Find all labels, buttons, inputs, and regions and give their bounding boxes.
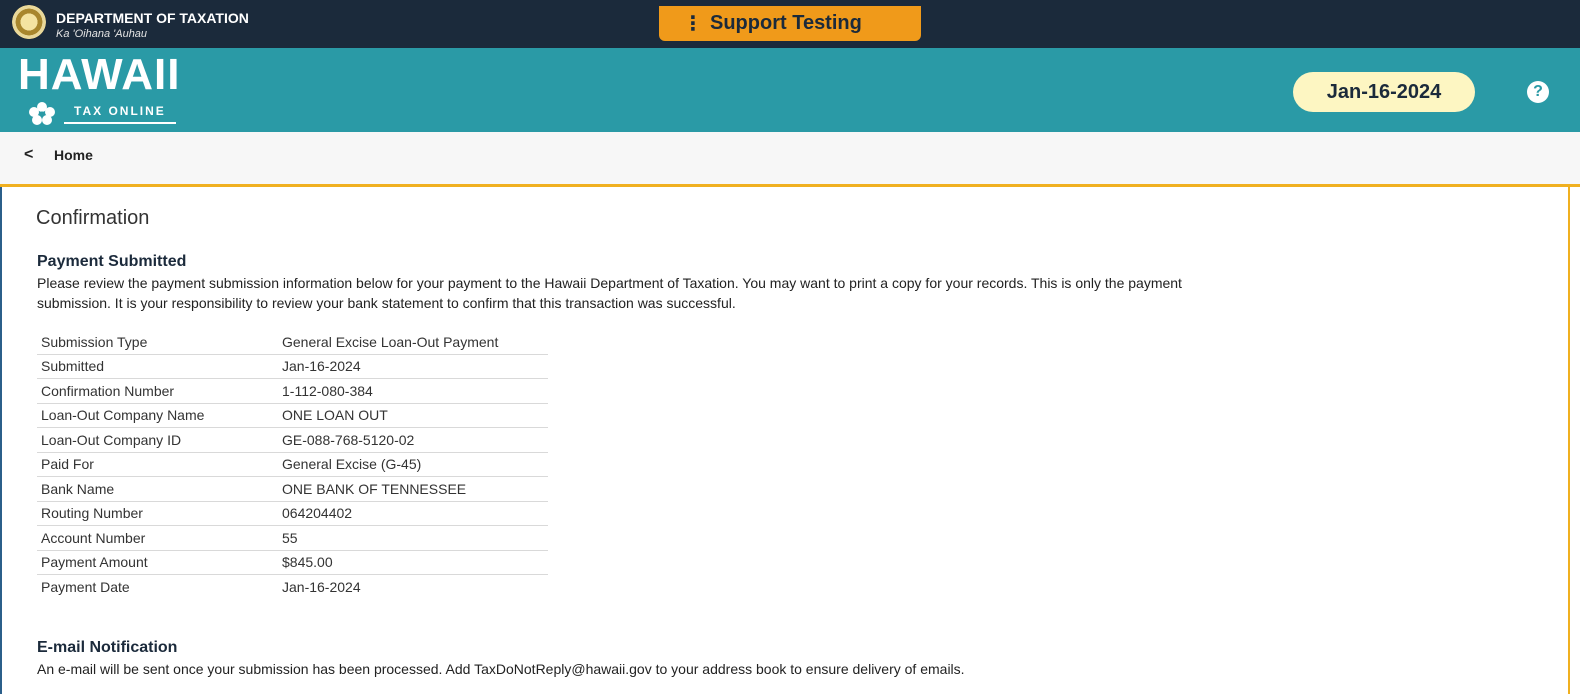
current-date-badge: Jan-16-2024 (1293, 72, 1475, 112)
table-row: Submitted Jan-16-2024 (37, 354, 548, 379)
field-label: Loan-Out Company ID (37, 427, 278, 453)
payment-summary-table: Submission Type General Excise Loan-Out P… (37, 330, 548, 599)
payment-instructions-line-2: submission. It is your responsibility to… (37, 295, 736, 311)
field-label: Submission Type (37, 330, 278, 355)
chevron-left-icon[interactable]: < (24, 146, 33, 164)
support-testing-label: Support Testing (710, 12, 862, 34)
breadcrumb: < Home (0, 132, 1580, 187)
field-value: Jan-16-2024 (282, 578, 361, 595)
payment-submitted-heading: Payment Submitted (37, 253, 187, 270)
field-label: Confirmation Number (37, 378, 278, 404)
field-label: Paid For (37, 452, 278, 477)
email-notification-heading: E-mail Notification (37, 639, 178, 656)
table-row: Confirmation Number 1-112-080-384 (37, 378, 548, 404)
field-label: Submitted (37, 354, 278, 379)
field-value: General Excise (G-45) (278, 452, 548, 477)
department-title: DEPARTMENT OF TAXATION (56, 10, 249, 26)
field-value: 1-112-080-384 (278, 378, 548, 404)
table-row: Submission Type General Excise Loan-Out P… (37, 330, 548, 355)
table-row: Loan-Out Company Name ONE LOAN OUT (37, 403, 548, 428)
breadcrumb-home-link[interactable]: Home (54, 147, 93, 163)
payment-instructions: Please review the payment submission inf… (37, 273, 1517, 313)
site-header: HAWAII TAX ONLINE Jan-16-2024 ? (0, 48, 1580, 132)
field-label: Payment Amount (37, 550, 278, 575)
field-value: ONE LOAN OUT (278, 403, 548, 428)
field-value: General Excise Loan-Out Payment (278, 330, 548, 355)
kebab-menu-icon: ⋮ (683, 13, 703, 35)
field-value: ONE BANK OF TENNESSEE (278, 476, 548, 502)
table-row: Loan-Out Company ID GE-088-768-5120-02 (37, 427, 548, 453)
email-notification-text: An e-mail will be sent once your submiss… (37, 661, 965, 677)
top-bar: DEPARTMENT OF TAXATION Ka 'Oihana 'Auhau… (0, 0, 1580, 48)
table-row: Account Number 55 (37, 525, 548, 551)
table-row: Paid For General Excise (G-45) (37, 452, 548, 477)
department-subtitle: Ka 'Oihana 'Auhau (56, 28, 148, 40)
main-content: Confirmation Payment Submitted Please re… (0, 187, 1570, 694)
field-label: Account Number (37, 525, 278, 551)
field-label: Routing Number (37, 501, 278, 526)
page-title: Confirmation (36, 207, 150, 229)
field-value: Jan-16-2024 (278, 354, 548, 379)
hawaii-logo-text[interactable]: HAWAII (18, 50, 180, 100)
field-value: 064204402 (278, 501, 548, 526)
table-row: Routing Number 064204402 (37, 501, 548, 526)
table-row: Payment Amount $845.00 (37, 550, 548, 575)
tax-online-logo-text: TAX ONLINE (64, 102, 176, 124)
state-seal-icon (12, 5, 46, 39)
field-label: Bank Name (37, 476, 278, 502)
table-row: Bank Name ONE BANK OF TENNESSEE (37, 476, 548, 502)
field-value: $845.00 (278, 550, 548, 575)
table-row: Payment Date Jan-16-2024 (37, 575, 548, 599)
support-testing-button[interactable]: ⋮ Support Testing (659, 6, 921, 41)
help-icon[interactable]: ? (1527, 81, 1549, 103)
field-label: Payment Date (41, 578, 130, 595)
payment-instructions-line-1: Please review the payment submission inf… (37, 275, 1182, 291)
field-label: Loan-Out Company Name (37, 403, 278, 428)
field-value: 55 (278, 525, 548, 551)
hibiscus-icon (24, 101, 60, 125)
field-value: GE-088-768-5120-02 (278, 427, 548, 453)
